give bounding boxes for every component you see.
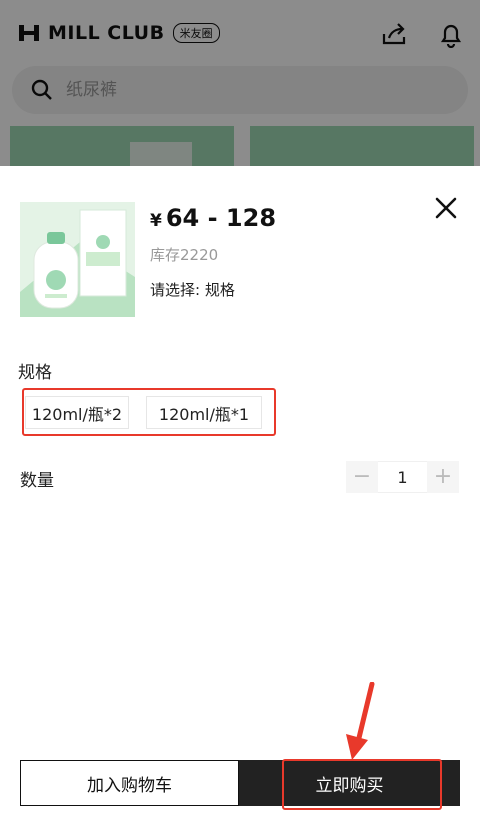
- select-hint: 请选择: 规格: [150, 281, 235, 299]
- close-icon[interactable]: [430, 192, 462, 224]
- price-value: 64 - 128: [165, 204, 277, 232]
- background-page: MILL CLUB 米友圈: [0, 0, 480, 170]
- quantity-value[interactable]: 1: [378, 461, 427, 493]
- action-bar: 加入购物车 立即购买: [20, 760, 460, 806]
- add-to-cart-button[interactable]: 加入购物车: [20, 760, 239, 806]
- quantity-title: 数量: [20, 471, 54, 491]
- spec-highlight-box: [22, 388, 276, 436]
- increase-button[interactable]: +: [427, 461, 459, 493]
- product-thumbnail: [20, 202, 135, 317]
- stock-count: 库存2220: [150, 246, 219, 264]
- quantity-stepper: − 1 +: [346, 461, 459, 493]
- price-range: ¥64 - 128: [150, 204, 276, 232]
- arrow-icon: [338, 682, 388, 762]
- currency-symbol: ¥: [150, 211, 162, 231]
- modal-overlay[interactable]: [0, 0, 480, 170]
- spec-title: 规格: [18, 363, 52, 383]
- decrease-button[interactable]: −: [346, 461, 378, 493]
- sku-bottom-sheet: ¥64 - 128 库存2220 请选择: 规格 规格 120ml/瓶*2 12…: [0, 166, 480, 830]
- buy-now-button[interactable]: 立即购买: [239, 760, 460, 806]
